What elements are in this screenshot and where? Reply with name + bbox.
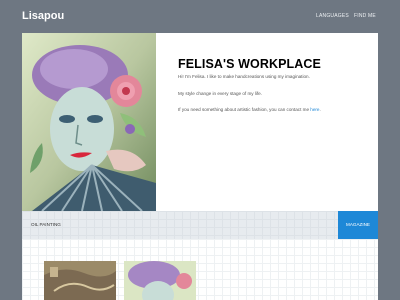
intro-text: Hi! I'm Felisa. I like to make handcreat… [178, 74, 310, 79]
painting-image-icon [22, 33, 156, 211]
contact-prefix: If you need something about artistic fas… [178, 107, 311, 112]
top-bar: Lisapou LANGUAGES FIND ME [0, 0, 400, 33]
gallery [22, 239, 378, 300]
painting-thumbnail-icon [44, 261, 116, 300]
contact-text: If you need something about artistic fas… [178, 107, 321, 113]
nav-languages[interactable]: LANGUAGES [316, 13, 349, 19]
category-tabs: OIL PAINTING MAGAZINE [22, 211, 378, 239]
tab-oil-painting[interactable]: OIL PAINTING [31, 222, 61, 227]
gallery-thumbnail[interactable] [44, 261, 116, 300]
style-text: My style change in every stage of my lif… [178, 91, 262, 96]
brand-logo[interactable]: Lisapou [22, 10, 64, 22]
page-title: FELISA'S WORKPLACE [178, 57, 321, 71]
main-card: FELISA'S WORKPLACE Hi! I'm Felisa. I lik… [22, 33, 378, 300]
painting-thumbnail-icon [124, 261, 196, 300]
gallery-thumbnail[interactable] [124, 261, 196, 300]
tab-magazine[interactable]: MAGAZINE [338, 211, 378, 239]
contact-suffix: . [319, 107, 321, 112]
nav-find-me[interactable]: FIND ME [354, 13, 376, 19]
hero-painting-image [22, 33, 156, 211]
